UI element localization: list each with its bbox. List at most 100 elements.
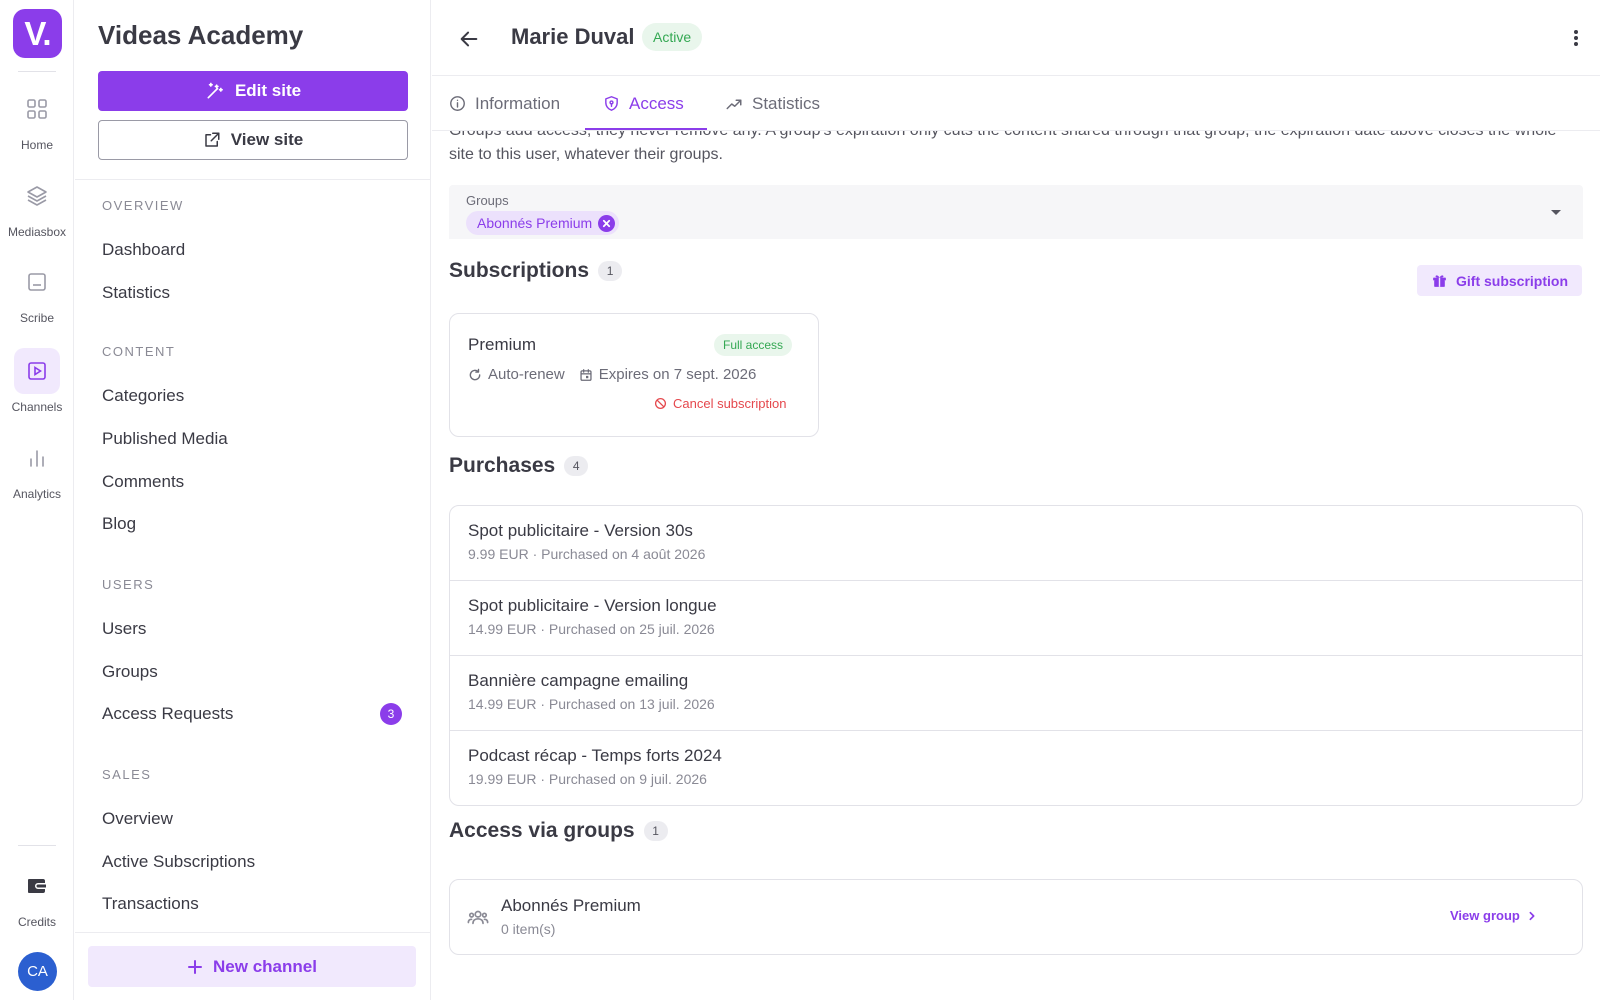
rail-item-home[interactable]: Home	[0, 86, 74, 152]
rail-divider	[18, 845, 56, 846]
view-site-button[interactable]: View site	[98, 120, 408, 160]
rail-item-label: Analytics	[12, 487, 62, 501]
info-icon	[449, 95, 466, 112]
document-icon	[14, 259, 60, 305]
purchase-row[interactable]: Bannière campagne emailing 14.99 EUR · P…	[450, 656, 1582, 731]
count-badge: 1	[643, 821, 668, 841]
chevron-right-icon	[1528, 911, 1536, 921]
purchase-row[interactable]: Podcast récap - Temps forts 2024 19.99 E…	[450, 731, 1582, 805]
more-options-button[interactable]	[1562, 24, 1590, 52]
nav-item-categories[interactable]: Categories	[102, 386, 402, 406]
status-badge: Active	[642, 23, 703, 51]
app-logo[interactable]: V.	[13, 9, 62, 58]
trend-icon	[725, 95, 743, 113]
groups-help-text: Groups add access, they never remove any…	[449, 131, 1556, 163]
nav-item-label: Dashboard	[102, 240, 186, 259]
gift-subscription-button[interactable]: Gift subscription	[1417, 265, 1582, 296]
edit-site-button[interactable]: Edit site	[98, 71, 408, 111]
site-title: Videas Academy	[98, 20, 304, 50]
nav-item-comments[interactable]: Comments	[102, 472, 402, 492]
section-title-text: Access via groups	[449, 819, 635, 842]
section-heading-content: CONTENT	[102, 344, 176, 359]
active-tab-indicator	[585, 128, 707, 130]
section-title-text: Subscriptions	[449, 259, 590, 282]
purchase-meta: 9.99 EUR · Purchased on 4 août 2026	[468, 546, 706, 562]
layers-icon	[14, 173, 60, 219]
subscription-card: Premium Full access Auto-renew Expires o…	[449, 313, 819, 437]
user-name: Marie Duval	[511, 24, 635, 49]
subscriptions-heading: Subscriptions 1	[449, 259, 623, 283]
count-badge: 1	[598, 261, 623, 281]
view-group-link[interactable]: View group	[1450, 908, 1536, 923]
nav-item-label: Overview	[102, 809, 173, 828]
user-header: Marie Duval Active	[432, 0, 1600, 76]
access-level-badge: Full access	[714, 334, 793, 356]
rail-item-mediasbox[interactable]: Mediasbox	[0, 173, 74, 239]
rail-item-channels[interactable]: Channels	[0, 348, 74, 414]
nav-item-published-media[interactable]: Published Media	[102, 429, 402, 449]
remove-chip-icon[interactable]	[598, 214, 616, 232]
subscription-name: Premium	[468, 335, 537, 354]
rail-item-scribe[interactable]: Scribe	[0, 259, 74, 325]
nav-item-label: Comments	[102, 472, 185, 491]
nav-item-blog[interactable]: Blog	[102, 514, 402, 534]
ban-icon	[654, 397, 667, 410]
groups-select[interactable]: Groups Abonnés Premium	[449, 185, 1583, 239]
nav-item-label: Active Subscriptions	[102, 852, 256, 871]
purchase-list: Spot publicitaire - Version 30s 9.99 EUR…	[449, 505, 1583, 806]
group-chip[interactable]: Abonnés Premium	[466, 211, 620, 235]
nav-item-sales-overview[interactable]: Overview	[102, 809, 402, 829]
rail-item-credits[interactable]: Credits	[0, 863, 74, 929]
gift-icon	[1431, 272, 1448, 289]
tab-label: Statistics	[752, 93, 821, 113]
subscription-meta: Auto-renew Expires on 7 sept. 2026	[468, 366, 770, 383]
nav-item-statistics[interactable]: Statistics	[102, 283, 402, 303]
wallet-icon	[14, 863, 60, 909]
purchase-row[interactable]: Spot publicitaire - Version longue 14.99…	[450, 581, 1582, 656]
cancel-subscription-button[interactable]: Cancel subscription	[654, 396, 786, 411]
nav-item-label: Blog	[102, 514, 137, 533]
group-item-count: 0 item(s)	[501, 921, 556, 937]
access-requests-badge: 3	[380, 703, 402, 725]
tab-label: Information	[475, 93, 561, 113]
group-name: Abonnés Premium	[501, 896, 641, 915]
section-heading-sales: SALES	[102, 767, 152, 782]
tab-information[interactable]: Information	[449, 77, 560, 130]
nav-item-groups[interactable]: Groups	[102, 662, 402, 682]
tab-label: Access	[629, 93, 684, 113]
expiry-info: Expires on 7 sept. 2026	[579, 366, 756, 383]
dropdown-arrow-icon[interactable]	[1550, 207, 1562, 217]
back-button[interactable]	[452, 22, 486, 56]
nav-item-access-requests[interactable]: Access Requests 3	[102, 703, 402, 725]
nav-item-label: Published Media	[102, 429, 228, 448]
plus-icon	[187, 959, 203, 975]
purchases-heading: Purchases 4	[449, 454, 589, 478]
sidebar-divider	[75, 932, 431, 933]
section-heading-overview: OVERVIEW	[102, 198, 184, 213]
purchase-row[interactable]: Spot publicitaire - Version 30s 9.99 EUR…	[450, 506, 1582, 581]
new-channel-button[interactable]: New channel	[88, 946, 416, 987]
count-badge: 4	[564, 456, 589, 476]
purchase-title: Spot publicitaire - Version longue	[468, 596, 717, 615]
nav-item-users[interactable]: Users	[102, 619, 402, 639]
purchase-title: Spot publicitaire - Version 30s	[468, 521, 693, 540]
app-rail: V. Home Mediasbox Scribe Channels Analyt…	[0, 0, 74, 1000]
nav-item-label: Statistics	[102, 283, 171, 302]
rail-item-analytics[interactable]: Analytics	[0, 435, 74, 501]
view-group-label: View group	[1450, 908, 1520, 923]
renew-label: Auto-renew	[488, 366, 565, 383]
access-tab-content: Groups add access, they never remove any…	[432, 131, 1600, 1000]
nav-item-dashboard[interactable]: Dashboard	[102, 240, 402, 260]
tab-access[interactable]: Access	[603, 77, 684, 130]
nav-item-transactions[interactable]: Transactions	[102, 894, 402, 914]
refresh-icon	[468, 368, 482, 382]
purchase-meta: 14.99 EUR · Purchased on 13 juil. 2026	[468, 696, 715, 712]
rail-item-label: Mediasbox	[7, 225, 67, 239]
new-channel-label: New channel	[213, 956, 317, 976]
nav-item-active-subscriptions[interactable]: Active Subscriptions	[102, 852, 402, 872]
user-detail-panel: Marie Duval Active Information Access St…	[432, 0, 1600, 1000]
group-access-card: Abonnés Premium 0 item(s) View group	[449, 879, 1583, 955]
avatar[interactable]: CA	[18, 952, 57, 991]
tab-statistics[interactable]: Statistics	[725, 77, 820, 130]
play-square-icon	[14, 348, 60, 394]
